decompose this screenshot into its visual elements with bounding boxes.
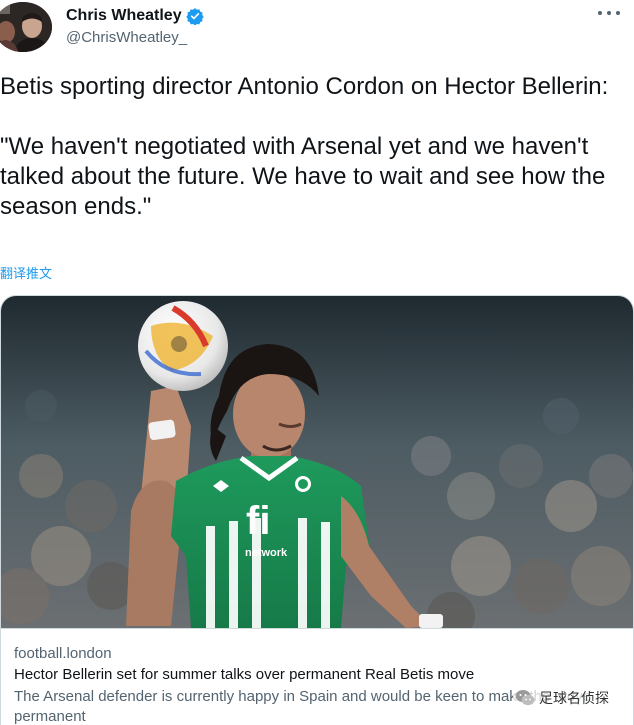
avatar-image bbox=[0, 2, 52, 52]
tweet-header: Chris Wheatley @ChrisWheatley_ bbox=[0, 0, 634, 60]
tweet: Chris Wheatley @ChrisWheatley_ Betis spo… bbox=[0, 0, 634, 725]
more-options-icon[interactable] bbox=[598, 6, 620, 20]
link-card[interactable]: fi network football.london Hector Beller… bbox=[0, 295, 634, 725]
handle[interactable]: @ChrisWheatley_ bbox=[66, 29, 187, 46]
wechat-icon bbox=[515, 689, 535, 707]
tweet-paragraph: "We haven't negotiated with Arsenal yet … bbox=[0, 133, 612, 220]
player-holding-ball-photo: fi network bbox=[1, 296, 633, 628]
verified-badge-icon bbox=[185, 7, 204, 26]
watermark: 足球名侦探 bbox=[513, 686, 613, 710]
svg-text:network: network bbox=[245, 547, 288, 559]
card-image[interactable]: fi network bbox=[1, 296, 633, 628]
avatar[interactable] bbox=[0, 2, 52, 52]
card-domain: football.london bbox=[14, 645, 112, 662]
tweet-paragraph: Betis sporting director Antonio Cordon o… bbox=[0, 73, 609, 100]
card-meta: football.london Hector Bellerin set for … bbox=[1, 628, 633, 725]
name-row: Chris Wheatley bbox=[66, 5, 204, 27]
svg-text:fi: fi bbox=[246, 499, 270, 543]
card-title[interactable]: Hector Bellerin set for summer talks ove… bbox=[14, 666, 474, 683]
watermark-text: 足球名侦探 bbox=[539, 691, 609, 707]
tweet-text: Betis sporting director Antonio Cordon o… bbox=[0, 72, 626, 222]
translate-tweet-link[interactable]: 翻译推文 bbox=[0, 263, 52, 282]
display-name[interactable]: Chris Wheatley bbox=[66, 7, 182, 25]
